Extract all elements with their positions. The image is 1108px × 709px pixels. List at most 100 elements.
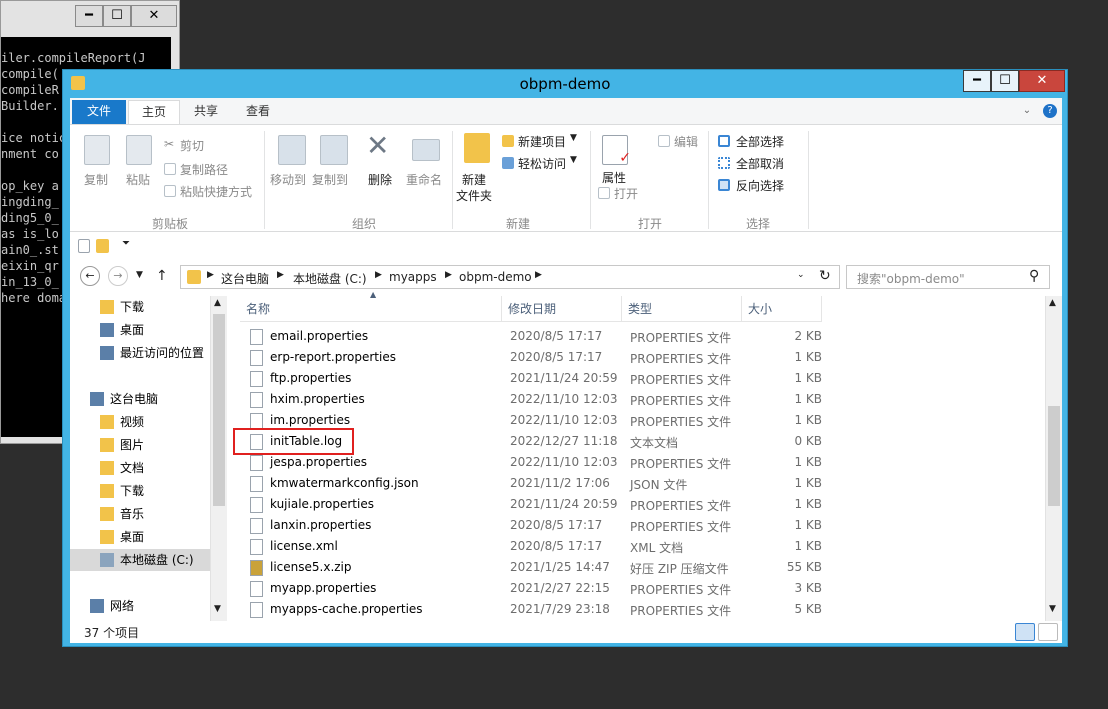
move-to-button[interactable]: 移动到: [270, 171, 306, 188]
paste-button[interactable]: 粘贴: [126, 171, 150, 188]
select-none-icon: [718, 157, 730, 169]
nav-item[interactable]: 音乐: [70, 503, 210, 525]
nav-item[interactable]: 视频: [70, 411, 210, 433]
nav-scroll-thumb[interactable]: [213, 314, 225, 506]
nav-item[interactable]: 网络: [70, 595, 210, 617]
refresh-icon[interactable]: ↻: [819, 268, 831, 284]
easy-access-button[interactable]: 轻松访问: [518, 155, 566, 172]
nav-item[interactable]: 下载: [70, 480, 210, 502]
new-item-button[interactable]: 新建项目: [518, 133, 566, 150]
file-type: JSON 文件: [630, 478, 688, 492]
breadcrumb-local-disk[interactable]: 本地磁盘 (C:): [293, 270, 367, 287]
scroll-up-icon[interactable]: ▲: [1049, 298, 1056, 308]
file-row[interactable]: email.properties 2020/8/5 17:17 PROPERTIES…: [230, 326, 830, 347]
copy-button[interactable]: 复制: [84, 171, 108, 188]
file-name: license.xml: [270, 539, 338, 553]
collapse-ribbon-icon[interactable]: ⌄: [1020, 100, 1034, 124]
nav-item[interactable]: 桌面: [70, 319, 210, 341]
file-date: 2022/11/10 12:03: [510, 413, 618, 427]
paste-shortcut-button[interactable]: 粘贴快捷方式: [180, 183, 252, 200]
open-button[interactable]: 打开: [614, 185, 638, 202]
scroll-down-icon[interactable]: ▼: [214, 604, 221, 614]
file-row[interactable]: hxim.properties 2022/11/10 12:03 PROPERTIE…: [230, 389, 830, 410]
column-header-date[interactable]: 修改日期: [502, 296, 622, 322]
forward-button[interactable]: →: [108, 266, 128, 286]
file-row[interactable]: kmwatermarkconfig.json 2021/11/2 17:06 JSO…: [230, 473, 830, 494]
tab-file[interactable]: 文件: [72, 100, 126, 124]
scroll-down-icon[interactable]: ▼: [1049, 604, 1056, 614]
file-row[interactable]: myapp.properties 2021/2/27 22:15 PROPERTIE…: [230, 578, 830, 599]
divider: [452, 131, 453, 229]
column-header-name[interactable]: 名称: [240, 296, 502, 322]
file-row[interactable]: ftp.properties 2021/11/24 20:59 PROPERTIES…: [230, 368, 830, 389]
nav-item[interactable]: 最近访问的位置: [70, 342, 210, 364]
nav-item[interactable]: 图片: [70, 434, 210, 456]
breadcrumb-obpm-demo[interactable]: obpm-demo: [459, 270, 532, 284]
address-bar[interactable]: ▶ 这台电脑 ▶ 本地磁盘 (C:) ▶ myapps ▶ obpm-demo …: [180, 265, 840, 289]
large-icons-view-icon[interactable]: [1038, 623, 1058, 641]
tab-share[interactable]: 共享: [186, 100, 226, 124]
minimize-button[interactable]: ━: [963, 70, 991, 92]
file-row[interactable]: license5.x.zip 2021/1/25 14:47 好压 ZIP 压缩文件…: [230, 557, 830, 578]
help-icon[interactable]: ?: [1043, 104, 1057, 118]
nav-item[interactable]: 下载: [70, 296, 210, 318]
bg-maximize-button[interactable]: ☐: [103, 5, 131, 27]
address-dropdown-icon[interactable]: ⌄: [797, 270, 805, 280]
file-row[interactable]: myapps-cache.properties 2021/7/29 23:18 PR…: [230, 599, 830, 620]
nav-item[interactable]: 这台电脑: [70, 388, 210, 410]
file-row[interactable]: lanxin.properties 2020/8/5 17:17 PROPERTIE…: [230, 515, 830, 536]
column-header-size[interactable]: 大小: [742, 296, 822, 322]
tab-view[interactable]: 查看: [238, 100, 278, 124]
invert-selection-button[interactable]: 反向选择: [736, 177, 784, 194]
copy-path-button[interactable]: 复制路径: [180, 161, 228, 178]
breadcrumb-this-pc[interactable]: 这台电脑: [221, 270, 269, 287]
file-row[interactable]: jespa.properties 2022/11/10 12:03 PROPERTI…: [230, 452, 830, 473]
nav-item[interactable]: 文档: [70, 457, 210, 479]
maximize-button[interactable]: ☐: [991, 70, 1019, 92]
nav-item[interactable]: 本地磁盘 (C:): [70, 549, 210, 571]
bg-minimize-button[interactable]: ━: [75, 5, 103, 27]
select-all-button[interactable]: 全部选择: [736, 133, 784, 150]
tab-home[interactable]: 主页: [128, 100, 180, 124]
select-none-button[interactable]: 全部取消: [736, 155, 784, 172]
file-row[interactable]: kujiale.properties 2021/11/24 20:59 PROPER…: [230, 494, 830, 515]
recent-locations-icon[interactable]: ▼: [136, 270, 143, 280]
search-icon[interactable]: ⚲: [1029, 268, 1039, 284]
console-line: Builder.: [1, 99, 59, 113]
search-placeholder: 搜索"obpm-demo": [857, 272, 965, 286]
delete-button[interactable]: 删除: [368, 171, 392, 188]
back-button[interactable]: ←: [80, 266, 100, 286]
chevron-down-icon: ▼: [570, 133, 577, 143]
rename-button[interactable]: 重命名: [406, 171, 442, 188]
title-bar[interactable]: obpm-demo ━ ☐ ✕: [63, 70, 1067, 98]
window-title: obpm-demo: [519, 75, 611, 93]
new-item-icon: [502, 135, 514, 147]
new-folder-button-line1[interactable]: 新建: [462, 171, 486, 188]
properties-button[interactable]: 属性: [602, 169, 626, 186]
computer-icon: [90, 392, 104, 406]
properties-quick-icon[interactable]: [78, 239, 90, 253]
file-row[interactable]: license.xml 2020/8/5 17:17 XML 文档 1 KB: [230, 536, 830, 557]
breadcrumb-myapps[interactable]: myapps: [389, 270, 437, 284]
edit-button[interactable]: 编辑: [674, 133, 698, 150]
details-view-icon[interactable]: [1015, 623, 1035, 641]
column-header-type[interactable]: 类型: [622, 296, 742, 322]
file-row[interactable]: erp-report.properties 2020/8/5 17:17 PROPE…: [230, 347, 830, 368]
open-icon: [598, 187, 610, 199]
bg-close-button[interactable]: ✕: [131, 5, 177, 27]
search-box[interactable]: 搜索"obpm-demo" ⚲: [846, 265, 1050, 289]
close-button[interactable]: ✕: [1019, 70, 1065, 92]
new-folder-quick-icon[interactable]: [96, 239, 109, 253]
up-button[interactable]: ↑: [156, 268, 168, 284]
nav-scrollbar[interactable]: ▲ ▼: [210, 296, 227, 621]
scroll-up-icon[interactable]: ▲: [214, 298, 221, 308]
copy-to-button[interactable]: 复制到: [312, 171, 348, 188]
file-size: 3 KB: [794, 581, 822, 595]
file-scrollbar[interactable]: ▲ ▼: [1045, 296, 1062, 621]
customize-quick-access-icon[interactable]: ⏷: [122, 238, 130, 249]
cut-button[interactable]: 剪切: [180, 137, 204, 154]
file-scroll-thumb[interactable]: [1048, 406, 1060, 506]
file-size: 1 KB: [794, 350, 822, 364]
nav-item[interactable]: 桌面: [70, 526, 210, 548]
new-folder-button-line2[interactable]: 文件夹: [456, 187, 492, 204]
